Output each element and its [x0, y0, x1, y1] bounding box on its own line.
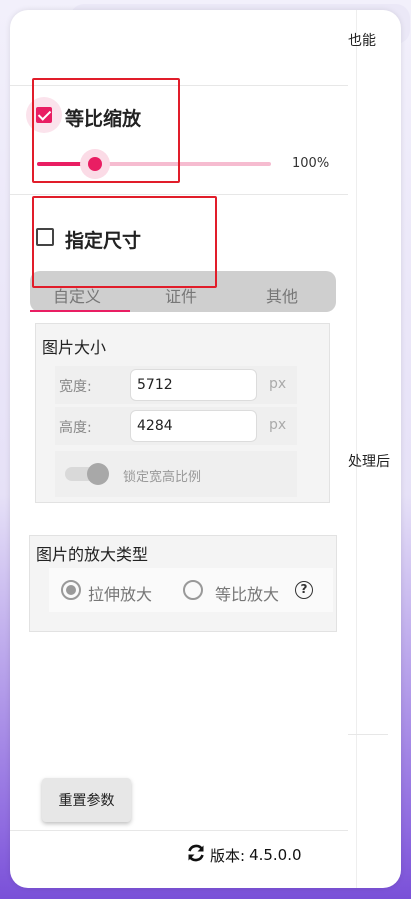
image-size-title: 图片大小 — [42, 338, 107, 357]
enlarge-type-options: 拉伸放大 等比放大 ? — [49, 568, 333, 612]
image-size-group: 图片大小 宽度: px 高度: px 锁定宽高比例 — [35, 323, 330, 503]
proportional-enlarge-label: 等比放大 — [215, 585, 280, 604]
highlight-box-proportional — [32, 78, 180, 183]
active-tab-indicator — [30, 310, 130, 312]
divider — [348, 734, 388, 735]
width-row: 宽度: px — [55, 366, 297, 404]
side-panel-top-text: 也能 — [348, 33, 376, 49]
height-unit: px — [269, 417, 287, 433]
settings-panel: 也能 处理后 等比缩放 100% 指定尺寸 自定义 证件 其他 图片大小 宽度:… — [10, 10, 401, 888]
width-unit: px — [269, 376, 287, 392]
width-label: 宽度: — [59, 379, 92, 395]
question-circle-icon[interactable]: ? — [295, 581, 313, 599]
height-label: 高度: — [59, 420, 92, 436]
version-number: 4.5.0.0 — [249, 846, 302, 864]
enlarge-type-group: 图片的放大类型 拉伸放大 等比放大 ? — [29, 535, 337, 632]
lock-ratio-row: 锁定宽高比例 — [55, 451, 297, 497]
width-input[interactable] — [130, 369, 257, 401]
lock-ratio-toggle-thumb[interactable] — [87, 463, 109, 485]
scale-value: 100% — [292, 156, 330, 171]
version-prefix: 版本: — [210, 846, 246, 865]
lock-ratio-label: 锁定宽高比例 — [123, 470, 202, 485]
enlarge-type-title: 图片的放大类型 — [36, 545, 149, 564]
stretch-enlarge-label: 拉伸放大 — [88, 585, 153, 604]
divider — [10, 830, 348, 831]
tab-other[interactable]: 其他 — [266, 283, 298, 307]
version-info: 版本: 4.5.0.0 — [186, 843, 302, 867]
divider — [10, 194, 348, 195]
height-input[interactable] — [130, 410, 257, 442]
side-panel-mid-text: 处理后 — [348, 454, 390, 470]
reset-parameters-button[interactable]: 重置参数 — [42, 778, 131, 822]
proportional-enlarge-radio[interactable] — [183, 580, 203, 600]
refresh-icon[interactable] — [186, 843, 206, 867]
side-panel — [356, 10, 401, 888]
highlight-box-fixed-size — [32, 196, 217, 288]
height-row: 高度: px — [55, 407, 297, 445]
stretch-enlarge-radio[interactable] — [61, 580, 81, 600]
